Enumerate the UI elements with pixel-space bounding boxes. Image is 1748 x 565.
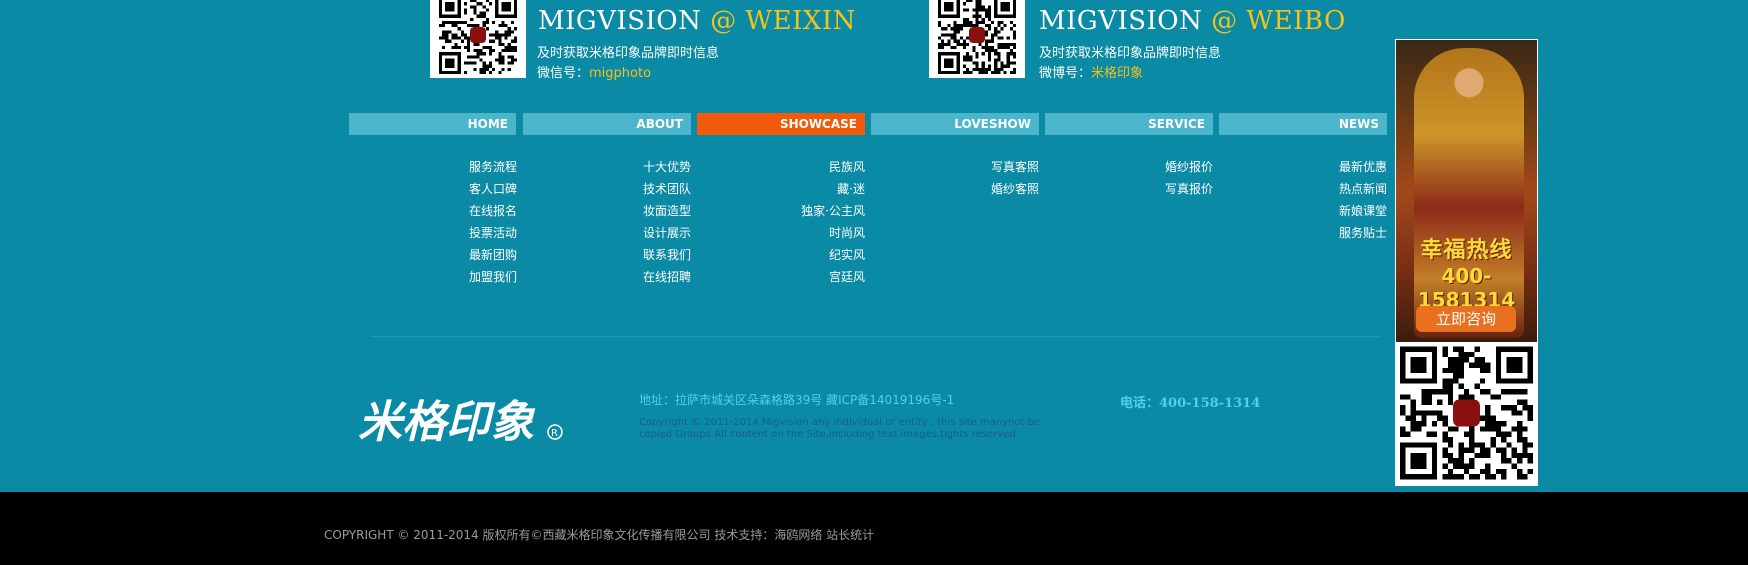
- nav-column-about: 十大优势 技术团队 妆面造型 设计展示 联系我们 在线招聘: [551, 156, 691, 288]
- link-contact-us[interactable]: 联系我们: [551, 244, 691, 266]
- link-top-ten[interactable]: 十大优势: [551, 156, 691, 178]
- nav-tab-showcase[interactable]: SHOWCASE: [697, 113, 865, 135]
- qr-code-icon: [938, 0, 1016, 74]
- footer-divider: [371, 336, 1379, 337]
- bottom-copyright: COPYRIGHT © 2011-2014 版权所有©西藏米格印象文化传播有限公…: [324, 528, 875, 542]
- consult-now-button[interactable]: 立即咨询: [1416, 306, 1516, 332]
- footer-tel: 电话：400-158-1314: [1120, 396, 1261, 411]
- weibo-line1: 及时获取米格印象品牌即时信息: [1039, 46, 1222, 61]
- link-portrait-photos[interactable]: 写真客照: [899, 156, 1039, 178]
- link-group-buy[interactable]: 最新团购: [377, 244, 517, 266]
- link-portrait-price[interactable]: 写真报价: [1073, 178, 1213, 200]
- link-design-show[interactable]: 设计展示: [551, 222, 691, 244]
- ad-photo: 幸福热线 400-1581314 立即咨询: [1396, 40, 1537, 342]
- hotline-ad[interactable]: 幸福热线 400-1581314 立即咨询: [1395, 39, 1538, 486]
- brand-logo[interactable]: 米格印象 R: [358, 392, 564, 448]
- weixin-title-prefix: MIGVISION: [538, 6, 702, 36]
- nav-column-news: 最新优惠 热点新闻 新娘课堂 服务贴士: [1247, 156, 1387, 244]
- nav-tab-service[interactable]: SERVICE: [1045, 113, 1213, 135]
- ad-phone-number: 400-1581314: [1417, 264, 1516, 312]
- link-customer-reviews[interactable]: 客人口碑: [377, 178, 517, 200]
- weixin-id-value: migphoto: [589, 66, 652, 81]
- weixin-line2: 微信号：migphoto: [537, 62, 651, 81]
- weibo-id-value: 米格印象: [1091, 66, 1144, 81]
- logo-text: 米格印象: [358, 397, 536, 446]
- svg-text:R: R: [551, 428, 558, 439]
- weibo-qr-code: [929, 0, 1025, 78]
- nav-tab-news[interactable]: NEWS: [1219, 113, 1387, 135]
- migvision-logo-icon: 米格印象 R: [358, 397, 563, 448]
- link-service-process[interactable]: 服务流程: [377, 156, 517, 178]
- weixin-title-at: @ WEIXIN: [710, 6, 856, 36]
- nav-column-home: 服务流程 客人口碑 在线报名 投票活动 最新团购 加盟我们: [377, 156, 517, 288]
- footer-copyright-en: Copyright © 2011-2014 Migvision any indi…: [639, 417, 1041, 440]
- weibo-title: MIGVISION @ WEIBO: [1039, 6, 1346, 36]
- link-makeup[interactable]: 妆面造型: [551, 200, 691, 222]
- link-tibet-mystery[interactable]: 藏·迷: [725, 178, 865, 200]
- link-recruit[interactable]: 在线招聘: [551, 266, 691, 288]
- link-join-us[interactable]: 加盟我们: [377, 266, 517, 288]
- link-bride-class[interactable]: 新娘课堂: [1247, 200, 1387, 222]
- ad-qr-code: [1400, 345, 1533, 481]
- weixin-qr-code: [430, 0, 526, 78]
- nav-column-service: 婚纱报价 写真报价: [1073, 156, 1213, 200]
- link-palace-style[interactable]: 宫廷风: [725, 266, 865, 288]
- weixin-line1: 及时获取米格印象品牌即时信息: [537, 46, 720, 61]
- qr-code-icon: [439, 0, 517, 74]
- link-wedding-photos[interactable]: 婚纱客照: [899, 178, 1039, 200]
- link-hot-news[interactable]: 热点新闻: [1247, 178, 1387, 200]
- link-documentary-style[interactable]: 纪实风: [725, 244, 865, 266]
- link-ethnic-style[interactable]: 民族风: [725, 156, 865, 178]
- weixin-title: MIGVISION @ WEIXIN: [538, 6, 856, 36]
- link-wedding-price[interactable]: 婚纱报价: [1073, 156, 1213, 178]
- nav-tab-home[interactable]: HOME: [349, 113, 516, 135]
- nav-tab-loveshow[interactable]: LOVESHOW: [871, 113, 1039, 135]
- weibo-title-prefix: MIGVISION: [1039, 6, 1203, 36]
- link-online-signup[interactable]: 在线报名: [377, 200, 517, 222]
- weixin-id-label: 微信号：: [537, 66, 590, 81]
- nav-column-showcase: 民族风 藏·迷 独家·公主风 时尚风 纪实风 宫廷风: [725, 156, 865, 288]
- footer-address: 地址：拉萨市城关区朵森格路39号 藏ICP备14019196号-1: [639, 393, 955, 407]
- link-fashion-style[interactable]: 时尚风: [725, 222, 865, 244]
- nav-tab-about[interactable]: ABOUT: [523, 113, 691, 135]
- weibo-id-label: 微博号：: [1039, 66, 1092, 81]
- ad-hotline-label: 幸福热线: [1420, 238, 1513, 263]
- link-tech-team[interactable]: 技术团队: [551, 178, 691, 200]
- link-service-tips[interactable]: 服务贴士: [1247, 222, 1387, 244]
- weibo-line2: 微博号：米格印象: [1039, 62, 1143, 81]
- link-latest-offers[interactable]: 最新优惠: [1247, 156, 1387, 178]
- nav-column-loveshow: 写真客照 婚纱客照: [899, 156, 1039, 200]
- weibo-title-at: @ WEIBO: [1211, 6, 1346, 36]
- link-vote-activity[interactable]: 投票活动: [377, 222, 517, 244]
- link-princess-style[interactable]: 独家·公主风: [725, 200, 865, 222]
- qr-code-icon: [1400, 346, 1533, 480]
